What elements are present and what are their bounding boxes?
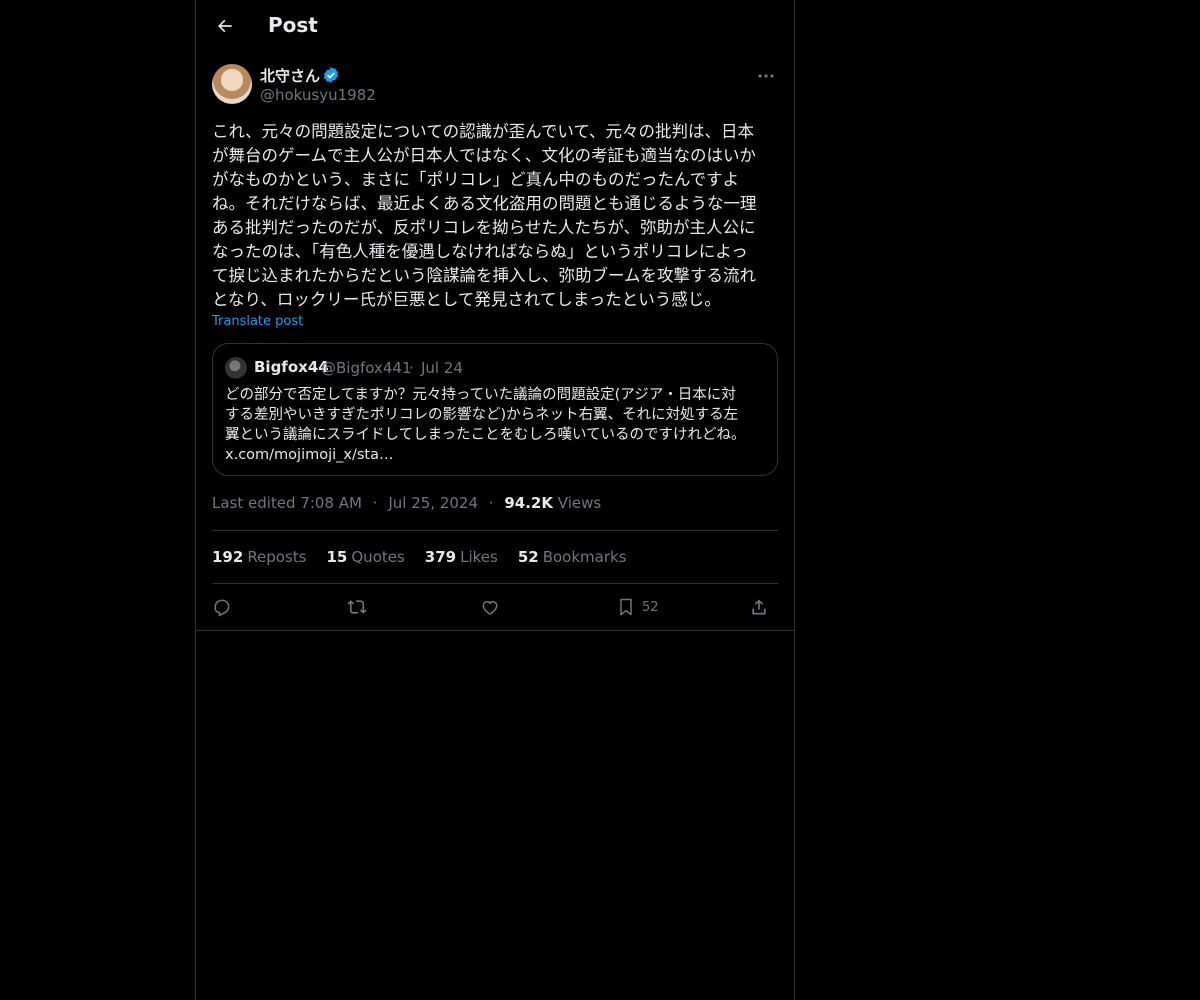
quoted-separator: · <box>409 359 414 377</box>
bookmark-count: 52 <box>642 599 659 615</box>
translate-post-link[interactable]: Translate post <box>212 314 303 329</box>
page-header: Post <box>196 0 794 53</box>
stat-likes[interactable]: 379 Likes <box>425 548 498 566</box>
quoted-author-name: Bigfox44 <box>254 358 329 376</box>
divider <box>212 530 778 531</box>
back-button[interactable] <box>208 9 242 43</box>
post-meta: Last edited 7:08 AM · Jul 25, 2024 · 94.… <box>212 494 601 512</box>
views-count: 94.2K <box>504 494 553 512</box>
engagement-stats: 192 Reposts 15 Quotes 379 Likes 52 Bookmarks <box>212 548 627 566</box>
bookmark-icon <box>620 598 632 616</box>
arrow-left-icon <box>218 19 232 33</box>
views-label: Views <box>557 494 602 512</box>
post-date[interactable]: Jul 25, 2024 <box>388 494 478 512</box>
more-options-button[interactable] <box>754 66 778 86</box>
repost-button[interactable] <box>346 594 368 620</box>
divider <box>196 630 794 631</box>
stat-quotes[interactable]: 15 Quotes <box>327 548 405 566</box>
quoted-text: どの部分で否定してますか？元々持っていた議論の問題設定(アジア・日本に対 する差… <box>225 387 746 463</box>
more-dots-icon <box>758 74 774 78</box>
author-name[interactable]: 北守さん <box>260 65 320 86</box>
post-column: Post 北守さん @hokusyu1982 これ、元々の問題設定についての認識… <box>195 0 795 1000</box>
meta-separator: · <box>488 494 494 512</box>
quoted-date: Jul 24 <box>421 359 463 377</box>
page-title: Post <box>268 13 318 37</box>
heart-icon <box>482 600 498 615</box>
repost-icon <box>347 600 367 614</box>
quoted-avatar <box>225 357 247 379</box>
reply-button[interactable] <box>212 594 232 620</box>
post-text: これ、元々の問題設定についての認識が歪んでいて、元々の批判は、日本 が舞台のゲー… <box>212 122 757 309</box>
verified-badge-icon <box>323 67 339 83</box>
stat-reposts[interactable]: 192 Reposts <box>212 548 307 566</box>
reply-icon <box>214 599 230 617</box>
quoted-author-handle: @Bigfox441 <box>321 359 412 377</box>
meta-separator: · <box>372 494 378 512</box>
author-handle[interactable]: @hokusyu1982 <box>260 86 376 104</box>
quoted-post[interactable]: Bigfox44 @Bigfox441 · Jul 24 どの部分で否定してます… <box>212 343 778 476</box>
post-author: 北守さん @hokusyu1982 <box>212 64 778 108</box>
action-bar: 52 <box>212 594 778 620</box>
edited-time[interactable]: Last edited 7:08 AM <box>212 494 362 512</box>
like-button[interactable] <box>480 594 500 620</box>
share-button[interactable] <box>749 594 769 620</box>
avatar[interactable] <box>212 64 252 104</box>
share-icon <box>752 599 766 615</box>
stat-bookmarks[interactable]: 52 Bookmarks <box>518 548 627 566</box>
divider <box>212 583 778 584</box>
bookmark-button[interactable]: 52 <box>616 594 659 620</box>
